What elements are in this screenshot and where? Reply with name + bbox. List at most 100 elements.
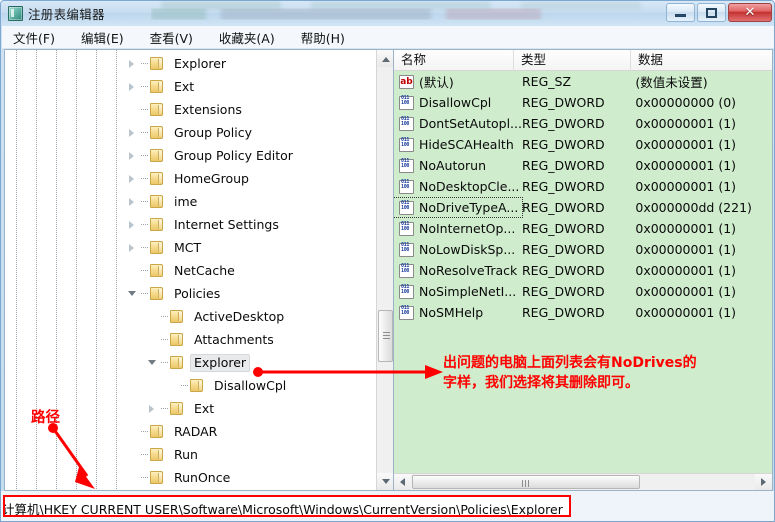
tree-scroll-thumb[interactable] bbox=[378, 310, 393, 362]
table-row[interactable]: HideSCAHealth REG_DWORD 0x00000001 (1) bbox=[394, 134, 772, 155]
tree-node[interactable]: HomeGroup bbox=[5, 167, 376, 190]
tree-connector bbox=[141, 52, 150, 75]
chevron-right-icon[interactable] bbox=[125, 121, 141, 144]
chevron-right-icon[interactable] bbox=[125, 190, 141, 213]
chevron-right-icon[interactable] bbox=[125, 52, 141, 75]
column-header-data[interactable]: 数据 bbox=[631, 50, 772, 71]
table-row[interactable]: DisallowCpl REG_DWORD 0x00000000 (0) bbox=[394, 92, 772, 113]
tree-vertical-scrollbar[interactable] bbox=[376, 50, 393, 490]
scroll-left-icon[interactable] bbox=[394, 474, 411, 490]
maximize-button[interactable] bbox=[697, 3, 726, 22]
folder-icon bbox=[190, 379, 205, 392]
tree-node[interactable]: ActiveDesktop bbox=[5, 305, 376, 328]
tree-connector bbox=[141, 121, 150, 144]
dword-value-icon bbox=[399, 116, 414, 131]
tree-node[interactable]: Ext bbox=[5, 75, 376, 98]
chevron-down-icon[interactable] bbox=[125, 282, 141, 305]
value-name-cell: NoResolveTrack bbox=[394, 261, 522, 280]
value-name-cell: DisallowCpl bbox=[394, 93, 522, 112]
chevron-right-icon[interactable] bbox=[125, 489, 141, 490]
tree-node[interactable]: Policies bbox=[5, 282, 376, 305]
registry-values-pane: 名称 类型 数据 (默认) REG_SZ (数值未设置) DisallowCpl REG… bbox=[393, 49, 773, 491]
tree-node[interactable]: Group Policy Editor bbox=[5, 144, 376, 167]
folder-icon bbox=[150, 149, 165, 162]
value-name-cell: NoDriveTypeA... bbox=[394, 197, 523, 218]
menu-edit[interactable]: 编辑(E) bbox=[78, 26, 127, 49]
tree-node-label: RADAR bbox=[174, 423, 218, 439]
value-type: REG_DWORD bbox=[522, 158, 605, 173]
folder-icon bbox=[150, 448, 165, 461]
table-row[interactable]: NoDesktopCle...REG_DWORD 0x00000001 (1) bbox=[394, 176, 772, 197]
annotation-nodrives-line2: 字样，我们选择将其删除即可。 bbox=[443, 375, 639, 391]
table-row[interactable]: NoDriveTypeA...REG_DWORD 0x000000dd (221) bbox=[394, 197, 772, 218]
tree-connector bbox=[141, 213, 150, 236]
tree-connector bbox=[141, 167, 150, 190]
table-row[interactable]: (默认) REG_SZ (数值未设置) bbox=[394, 71, 772, 92]
tree-node[interactable]: NetCache bbox=[5, 259, 376, 282]
menu-file[interactable]: 文件(F) bbox=[10, 26, 58, 49]
table-row[interactable]: NoResolveTrack REG_DWORD 0x00000001 (1) bbox=[394, 260, 772, 281]
tree-node[interactable]: Run bbox=[5, 443, 376, 466]
status-path-box: 计算机\HKEY CURRENT USER\Software\Microsoft… bbox=[3, 495, 571, 517]
tree-connector bbox=[141, 190, 150, 213]
scroll-up-icon[interactable] bbox=[377, 50, 393, 67]
value-name: NoDriveTypeA... bbox=[419, 200, 519, 215]
menu-help[interactable]: 帮助(H) bbox=[298, 26, 348, 49]
menu-view[interactable]: 查看(V) bbox=[147, 26, 196, 49]
tree-node[interactable]: Screensavers bbox=[5, 489, 376, 490]
table-row[interactable]: NoAutorun REG_DWORD 0x00000001 (1) bbox=[394, 155, 772, 176]
folder-icon bbox=[150, 218, 165, 231]
tree-node[interactable]: Explorer bbox=[5, 52, 376, 75]
dword-value-icon bbox=[399, 200, 414, 215]
list-horizontal-scrollbar[interactable] bbox=[394, 473, 772, 490]
tree-node[interactable]: RADAR bbox=[5, 420, 376, 443]
chevron-right-icon[interactable] bbox=[125, 213, 141, 236]
value-name: DisallowCpl bbox=[419, 95, 492, 110]
tree-node-label: Ext bbox=[194, 400, 215, 416]
list-scroll-thumb[interactable] bbox=[412, 475, 640, 489]
table-row[interactable]: NoSMHelp REG_DWORD 0x00000001 (1) bbox=[394, 302, 772, 323]
tree-node-label: HomeGroup bbox=[174, 170, 249, 186]
close-button[interactable]: ✕ bbox=[728, 3, 772, 22]
tree-node[interactable]: Ext bbox=[5, 397, 376, 420]
column-header-name[interactable]: 名称 bbox=[394, 50, 514, 71]
value-type: REG_DWORD bbox=[522, 284, 605, 299]
folder-icon bbox=[150, 57, 165, 70]
scroll-right-icon[interactable] bbox=[755, 474, 772, 490]
value-data: 0x000000dd (221) bbox=[635, 200, 752, 215]
dword-value-icon bbox=[399, 284, 414, 299]
table-row[interactable]: NoSimpleNetI... REG_DWORD 0x00000001 (1) bbox=[394, 281, 772, 302]
menu-favorites[interactable]: 收藏夹(A) bbox=[216, 26, 278, 49]
registry-values-list[interactable]: (默认) REG_SZ (数值未设置) DisallowCpl REG_DWORD 0x0… bbox=[394, 71, 772, 471]
chevron-right-icon[interactable] bbox=[125, 75, 141, 98]
chevron-right-icon[interactable] bbox=[125, 144, 141, 167]
minimize-button[interactable] bbox=[666, 3, 695, 22]
tree-node[interactable]: Extensions bbox=[5, 98, 376, 121]
chevron-right-icon[interactable] bbox=[125, 167, 141, 190]
scroll-down-icon[interactable] bbox=[377, 473, 393, 490]
tree-connector bbox=[161, 305, 170, 328]
tree-node[interactable]: DisallowCpl bbox=[5, 374, 376, 397]
tree-node[interactable]: Attachments bbox=[5, 328, 376, 351]
table-row[interactable]: NoInternetOp... REG_DWORD 0x00000001 (1) bbox=[394, 218, 772, 239]
tree-node[interactable]: Internet Settings bbox=[5, 213, 376, 236]
tree-node[interactable]: ime bbox=[5, 190, 376, 213]
chevron-right-icon[interactable] bbox=[125, 236, 141, 259]
tree-node[interactable]: RunOnce bbox=[5, 466, 376, 489]
chevron-right-icon[interactable] bbox=[145, 397, 161, 420]
value-name: NoDesktopCle... bbox=[419, 179, 520, 194]
tree-node[interactable]: MCT bbox=[5, 236, 376, 259]
table-row[interactable]: DontSetAutopl...REG_DWORD 0x00000001 (1) bbox=[394, 113, 772, 134]
registry-tree[interactable]: Explorer Ext Extensions Group Policy Group P… bbox=[5, 50, 376, 490]
tree-node-label: ime bbox=[174, 193, 198, 209]
folder-icon bbox=[170, 333, 185, 346]
value-name-cell: NoAutorun bbox=[394, 156, 522, 175]
column-header-type[interactable]: 类型 bbox=[514, 50, 631, 71]
folder-icon bbox=[150, 172, 165, 185]
tree-node[interactable]: Group Policy bbox=[5, 121, 376, 144]
table-row[interactable]: NoLowDiskSp... REG_DWORD 0x00000001 (1) bbox=[394, 239, 772, 260]
tree-node[interactable]: Explorer bbox=[5, 351, 376, 374]
chevron-down-icon[interactable] bbox=[145, 351, 161, 374]
